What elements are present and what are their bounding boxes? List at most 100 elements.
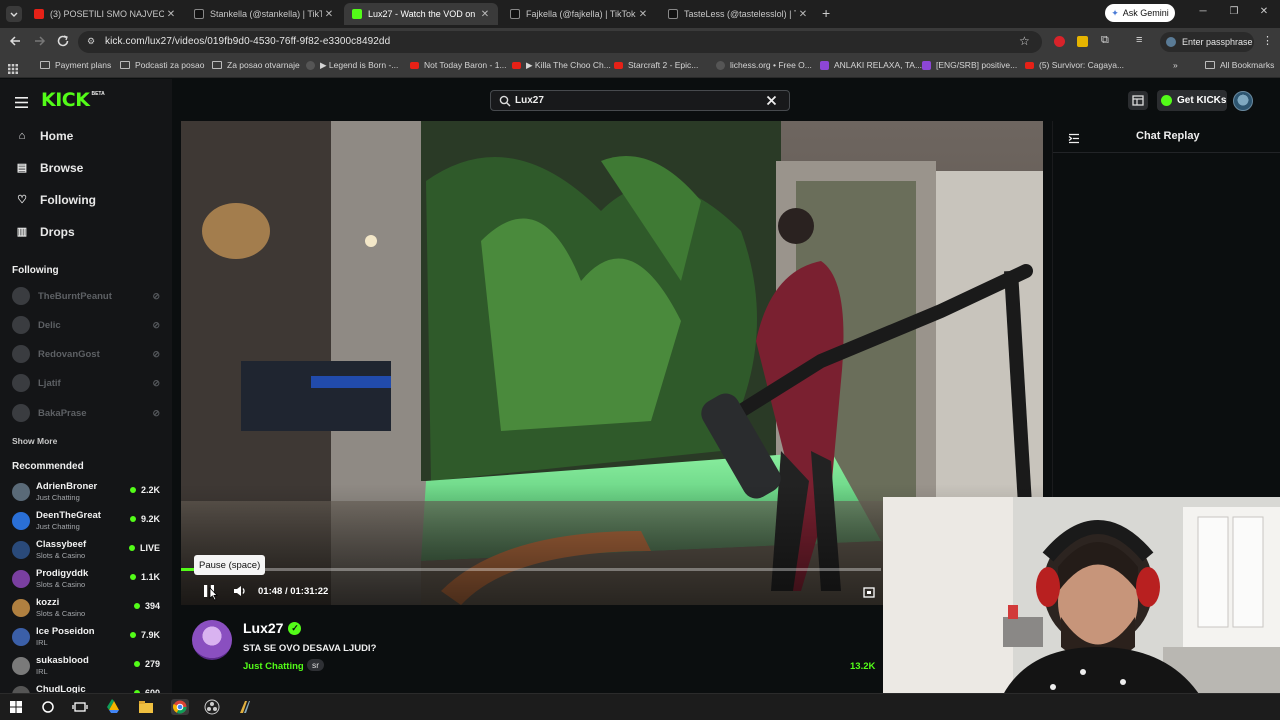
bookmark-item[interactable]: ▶ Killa The Choo Ch... xyxy=(512,60,611,71)
show-more-button[interactable]: Show More xyxy=(12,436,57,446)
nav-browse[interactable]: ▤ Browse xyxy=(16,161,84,175)
task-view-icon[interactable] xyxy=(72,699,88,715)
browser-menu-icon[interactable]: ⋮ xyxy=(1262,34,1273,47)
site-info-icon[interactable]: ⚙ xyxy=(87,36,95,47)
search-input[interactable]: Lux27 xyxy=(515,95,544,106)
extension-icon[interactable] xyxy=(1054,36,1065,47)
folder-icon xyxy=(40,61,50,69)
following-channel[interactable]: BakaPrase ⊘ xyxy=(12,404,162,422)
web-icon xyxy=(306,61,315,70)
channel-name[interactable]: Lux27 xyxy=(243,620,283,636)
close-icon[interactable]: ✕ xyxy=(322,9,336,20)
collapse-chat-icon[interactable] xyxy=(1068,131,1080,144)
bookmark-item[interactable]: Payment plans xyxy=(40,60,111,70)
extension-icon[interactable] xyxy=(1077,36,1088,47)
close-icon[interactable]: ✕ xyxy=(478,9,492,20)
more-bookmarks-icon[interactable]: » xyxy=(1173,60,1178,70)
theater-mode-button[interactable] xyxy=(863,585,875,598)
progress-track[interactable] xyxy=(181,568,881,571)
bookmark-item[interactable]: Starcraft 2 - Epic... xyxy=(614,60,698,70)
bookmark-item[interactable]: Za posao otvarnaje xyxy=(212,60,300,70)
apps-grid-icon[interactable] xyxy=(8,61,18,74)
browser-tab[interactable]: (3) POSETILI SMO NAJVECI AKV ✕ xyxy=(26,3,184,25)
profile-button[interactable]: Enter passphrase xyxy=(1160,32,1254,52)
url-bar[interactable]: ⚙ kick.com/lux27/videos/019fb9d0-4530-76… xyxy=(78,31,1042,53)
channel-avatar[interactable] xyxy=(192,620,232,660)
reload-button[interactable] xyxy=(56,34,70,48)
nav-label: Following xyxy=(40,193,96,207)
obs-icon[interactable] xyxy=(204,699,220,715)
media-controls-icon[interactable]: ≡ xyxy=(1136,34,1142,46)
kick-logo[interactable]: KICK BETA xyxy=(41,89,105,111)
minimize-button[interactable]: ─ xyxy=(1196,6,1210,20)
tab-search-button[interactable] xyxy=(6,6,22,22)
close-icon[interactable]: ✕ xyxy=(796,9,810,20)
recommended-channel[interactable]: AdrienBroner Just Chatting 2.2K xyxy=(12,479,162,505)
search-icon[interactable] xyxy=(40,699,56,715)
channel-category: IRL xyxy=(36,667,48,676)
google-drive-icon[interactable] xyxy=(106,699,122,715)
all-bookmarks[interactable]: All Bookmarks xyxy=(1205,60,1274,70)
restore-button[interactable]: ❐ xyxy=(1227,6,1241,20)
recommended-channel[interactable]: DeenTheGreat Just Chatting 9.2K xyxy=(12,508,162,534)
hamburger-menu-icon[interactable] xyxy=(15,95,28,108)
avatar xyxy=(12,599,30,617)
back-button[interactable] xyxy=(8,34,22,48)
bookmark-item[interactable]: lichess.org • Free O... xyxy=(716,60,812,70)
browser-tab-active[interactable]: Lux27 - Watch the VOD on Kick ✕ xyxy=(344,3,498,25)
clear-search-icon[interactable] xyxy=(766,95,777,106)
forward-button[interactable] xyxy=(33,34,47,48)
extensions-puzzle-icon[interactable]: ⧉ xyxy=(1101,34,1109,47)
bookmark-item[interactable]: ▶ Legend is Born -... xyxy=(306,60,398,71)
kick-logo-text: KICK xyxy=(41,89,90,111)
layout-toggle-button[interactable] xyxy=(1128,91,1148,110)
bookmark-item[interactable]: Not Today Baron - 1... xyxy=(410,60,507,70)
ask-gemini-button[interactable]: ✦ Ask Gemini xyxy=(1105,4,1175,22)
file-explorer-icon[interactable] xyxy=(138,699,154,715)
webcam-frame xyxy=(883,497,1280,720)
recommended-channel[interactable]: Prodigyddk Slots & Casino 1.1K xyxy=(12,566,162,592)
bookmark-item[interactable]: (5) Survivor: Cagaya... xyxy=(1025,60,1124,70)
get-kicks-button[interactable]: Get KICKs xyxy=(1157,90,1227,111)
browser-tab[interactable]: Fajkella (@fajkella) | TikTok ✕ xyxy=(502,3,656,25)
following-channel[interactable]: Ljatif ⊘ xyxy=(12,374,162,392)
recommended-channel[interactable]: Classybeef Slots & Casino LIVE xyxy=(12,537,162,563)
following-channel[interactable]: TheBurntPeanut ⊘ xyxy=(12,287,162,305)
browser-tab[interactable]: TasteLess (@tastelesslol) | TikTok ✕ xyxy=(660,3,816,25)
recommended-channel[interactable]: Ice Poseidon IRL 7.9K xyxy=(12,624,162,650)
nav-home[interactable]: ⌂ Home xyxy=(16,129,74,143)
live-dot-icon xyxy=(128,545,135,551)
following-channel[interactable]: Delic ⊘ xyxy=(12,316,162,334)
recommended-channel[interactable]: kozzi Slots & Casino 394 xyxy=(12,595,162,621)
user-avatar[interactable] xyxy=(1233,91,1253,111)
nav-drops[interactable]: ▥ Drops xyxy=(16,225,75,239)
tab-title: Stankella (@stankella) | TikTok xyxy=(210,9,322,19)
browser-tab[interactable]: Stankella (@stankella) | TikTok ✕ xyxy=(186,3,342,25)
close-icon[interactable]: ✕ xyxy=(164,9,178,20)
following-channel[interactable]: RedovanGost ⊘ xyxy=(12,345,162,363)
bookmark-item[interactable]: ANLAKI RELAXA, TA... xyxy=(820,60,922,70)
url-text[interactable]: kick.com/lux27/videos/019fb9d0-4530-76ff… xyxy=(105,36,390,47)
channel-category: Slots & Casino xyxy=(36,551,86,560)
bookmark-star-icon[interactable]: ☆ xyxy=(1019,34,1030,48)
bookmark-item[interactable]: [ENG/SRB] positive... xyxy=(922,60,1017,70)
new-tab-button[interactable]: + xyxy=(822,5,836,21)
viewer-count-value: 7.9K xyxy=(140,630,160,640)
profile-label: Enter passphrase xyxy=(1182,37,1253,47)
app-icon[interactable] xyxy=(237,699,253,715)
recommended-channel[interactable]: sukasblood IRL 279 xyxy=(12,653,162,679)
search-bar[interactable]: Lux27 xyxy=(490,90,790,111)
stream-tag[interactable]: sr xyxy=(307,659,325,671)
tiktok-icon xyxy=(510,9,520,19)
volume-button[interactable] xyxy=(233,584,247,598)
windows-start-icon[interactable] xyxy=(8,699,24,715)
viewer-count: 279 xyxy=(133,659,160,669)
window-close-button[interactable]: ✕ xyxy=(1257,6,1271,20)
chrome-icon[interactable] xyxy=(171,699,189,715)
bookmark-item[interactable]: Podcasti za posao xyxy=(120,60,204,70)
nav-following[interactable]: ♡ Following xyxy=(16,193,96,207)
beta-badge: BETA xyxy=(91,91,105,97)
close-icon[interactable]: ✕ xyxy=(636,9,650,20)
offline-icon: ⊘ xyxy=(152,407,160,418)
stream-category[interactable]: Just Chatting xyxy=(243,661,304,672)
